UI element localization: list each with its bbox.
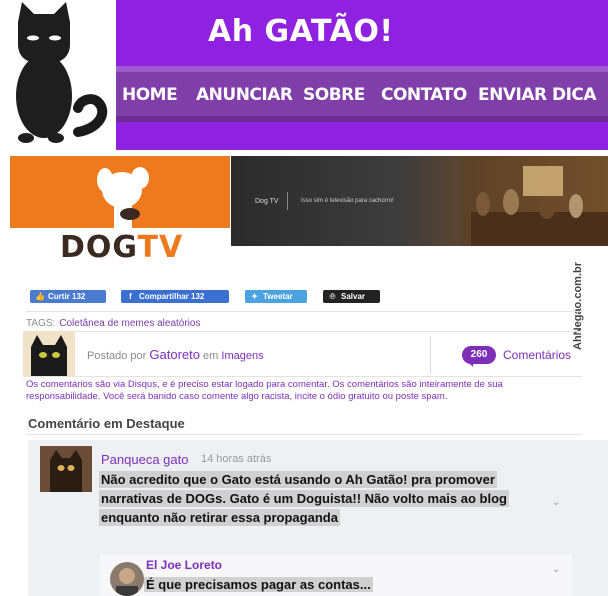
site-logo[interactable] (0, 0, 118, 150)
site-watermark: AhNegao.com.br (568, 246, 586, 354)
chevron-down-icon[interactable]: ⌄ (552, 497, 560, 508)
main-nav: HOME ANUNCIAR SOBRE CONTATO ENVIAR DICA (116, 66, 608, 122)
dog-head-icon (97, 167, 149, 228)
reply-body: É que precisamos pagar as contas... (144, 577, 373, 592)
commenter-avatar[interactable] (40, 446, 92, 492)
dogtv-orange-panel (10, 156, 230, 228)
commenter-name[interactable]: Panqueca gato (101, 452, 188, 467)
posted-by: Postado por Gatoreto em Imagens (87, 347, 264, 362)
share-label: Compartilhar (139, 292, 189, 301)
watermark-text: AhNegao.com.br (572, 261, 584, 350)
facebook-icon: f (129, 292, 132, 301)
cat-logo-icon (16, 2, 108, 143)
share-count: 132 (191, 292, 205, 301)
brown-cat-avatar-icon (50, 450, 82, 492)
tag-link[interactable]: Coletânea de memes aleatórios (59, 318, 200, 329)
comment-line: enquanto não retirar essa propaganda (99, 509, 340, 526)
chevron-down-icon[interactable]: ⌄ (552, 564, 560, 575)
divider (430, 336, 431, 374)
reply-avatar[interactable] (110, 562, 144, 596)
pinterest-icon: ℗ (329, 292, 336, 301)
black-cat-avatar-icon (31, 335, 67, 377)
twitter-bird-icon: ✦ (251, 292, 258, 301)
dogtv-ad-logo[interactable]: DOGTV (10, 156, 230, 265)
comment-time[interactable]: 14 horas atrás (201, 453, 271, 465)
nav-enviar-dica[interactable]: ENVIAR DICA (478, 85, 597, 105)
divider (26, 434, 582, 435)
featured-comment-heading: Comentário em Destaque (28, 416, 185, 431)
save-label: Salvar (341, 292, 366, 301)
dogtv-video-banner[interactable]: Dog TV Isso sim é televisão para cachorr… (231, 156, 608, 246)
tags-label: TAGS: (26, 318, 56, 329)
author-avatar[interactable] (23, 331, 75, 377)
site-title[interactable]: Ah GATÃO! (208, 14, 394, 49)
like-count: 132 (72, 292, 86, 301)
page: Ah GATÃO! HOME ANUNCIAR SOBRE CONTATO EN… (0, 0, 608, 596)
divider (26, 331, 582, 332)
pinterest-save-button[interactable]: ℗ Salvar (323, 290, 380, 303)
like-label: Curtir (48, 292, 70, 301)
nav-sobre[interactable]: SOBRE (303, 85, 365, 105)
thumbs-up-icon: 👍 (35, 292, 45, 301)
comment-line: Não acredito que o Gato está usando o Ah… (99, 471, 497, 488)
person-avatar-icon (116, 568, 138, 596)
tags-row: TAGS: Coletânea de memes aleatórios (26, 318, 200, 329)
comment-policy-notice: Os comentários são via Disqus, e é preci… (26, 379, 503, 402)
comment-line: narrativas de DOGs. Gato é um Doguista!!… (99, 490, 509, 507)
nav-anunciar[interactable]: ANUNCIAR (196, 85, 293, 105)
author-link[interactable]: Gatoreto (149, 347, 200, 362)
comment-body: Não acredito que o Gato está usando o Ah… (99, 470, 569, 527)
divider (26, 376, 582, 377)
dogs-on-couch-image (461, 156, 608, 246)
dogtv-word-dog: DOG (60, 230, 138, 265)
in-label: em (203, 350, 219, 362)
nav-contato[interactable]: CONTATO (381, 85, 467, 105)
facebook-share-button[interactable]: f Compartilhar 132 (121, 290, 229, 303)
like-button[interactable]: 👍 Curtir 132 (30, 290, 106, 303)
tweet-button[interactable]: ✦ Tweetar (245, 290, 307, 303)
reply-author[interactable]: El Joe Loreto (146, 558, 222, 572)
divider (26, 311, 582, 312)
nav-home[interactable]: HOME (122, 85, 178, 105)
dogtv-word-tv: TV (137, 230, 184, 265)
dogtv-wordmark: DOGTV (60, 230, 183, 265)
tweet-label: Tweetar (263, 292, 293, 301)
posted-by-prefix: Postado por (87, 350, 147, 362)
comment-count-badge[interactable]: 260 (462, 346, 496, 367)
comments-link[interactable]: Comentários (503, 348, 571, 362)
category-link[interactable]: Imagens (221, 350, 263, 362)
